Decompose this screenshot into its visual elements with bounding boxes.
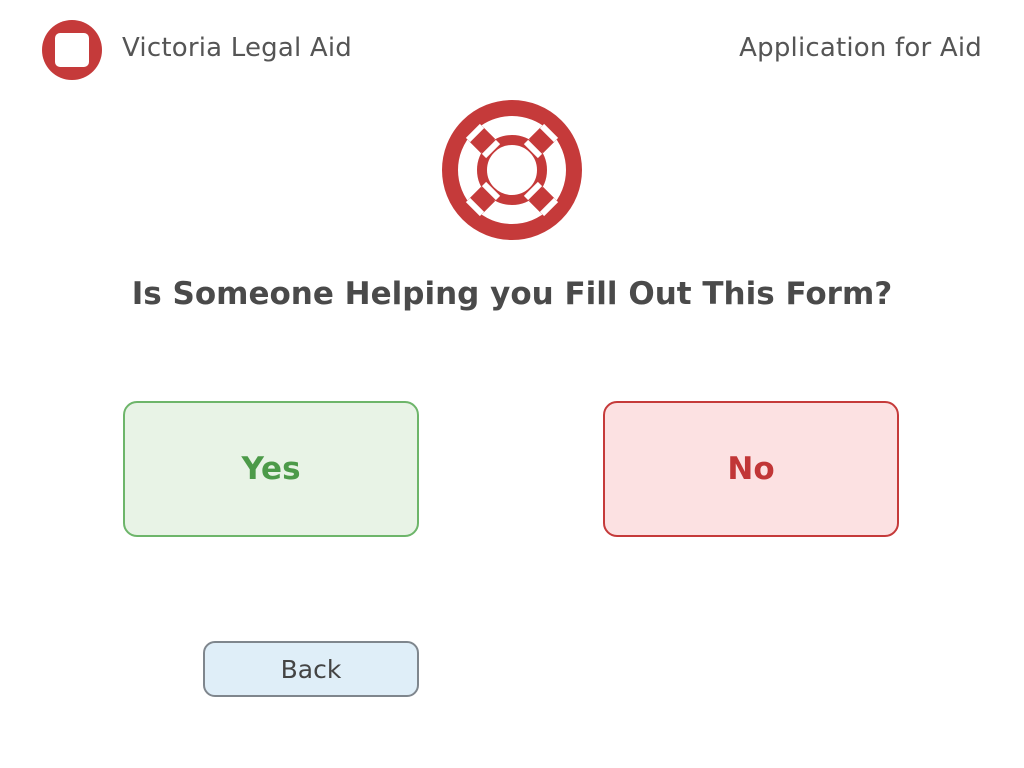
brand-name: Victoria Legal Aid — [122, 33, 353, 63]
lifebuoy-icon — [442, 100, 582, 240]
back-button-label: Back — [280, 654, 342, 684]
app-title: Application for Aid — [739, 33, 982, 63]
no-button-label: No — [727, 451, 775, 487]
page: Victoria Legal Aid Application for Aid I… — [0, 0, 1024, 768]
no-button[interactable]: No — [603, 401, 899, 537]
question-heading: Is Someone Helping you Fill Out This For… — [131, 276, 893, 312]
yes-button[interactable]: Yes — [123, 401, 419, 537]
back-button[interactable]: Back — [203, 641, 419, 697]
rounded-square-logo-icon — [42, 20, 102, 80]
yes-button-label: Yes — [241, 451, 301, 487]
